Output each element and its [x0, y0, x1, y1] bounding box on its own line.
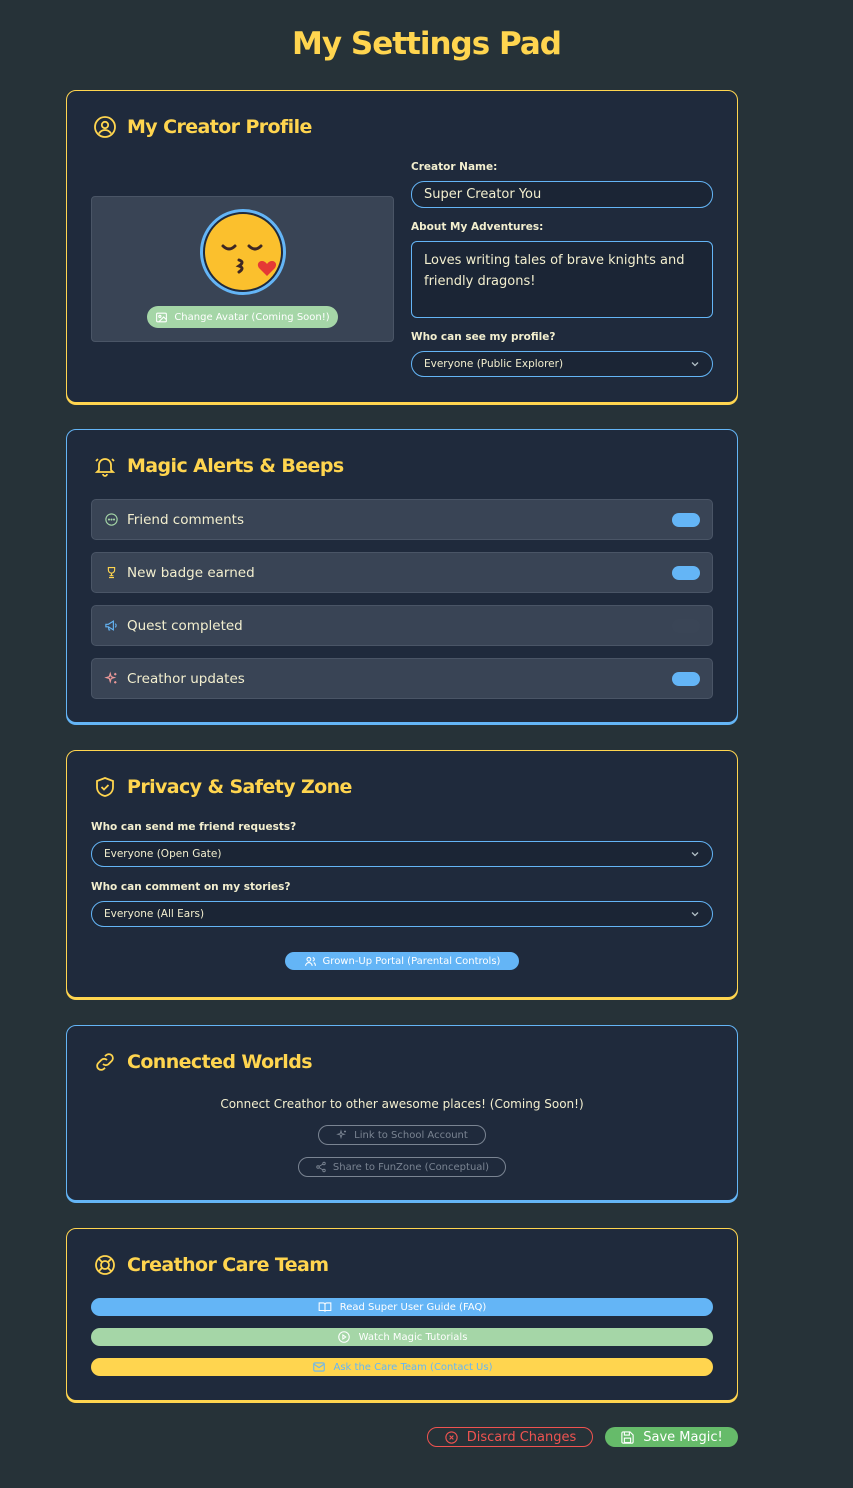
share-funzone-label: Share to FunZone (Conceptual) [332, 1161, 490, 1173]
grown-up-portal-button[interactable]: Grown-Up Portal (Parental Controls) [285, 952, 519, 970]
privacy-heading: Privacy & Safety Zone [93, 775, 352, 799]
discard-label: Discard Changes [466, 1429, 577, 1445]
about-textarea[interactable]: Loves writing tales of brave knights and… [411, 241, 713, 318]
avatar-panel: Change Avatar (Coming Soon!) [91, 196, 394, 342]
friend-requests-select[interactable]: Everyone (Open Gate) [91, 841, 713, 867]
grown-up-portal-label: Grown-Up Portal (Parental Controls) [322, 955, 501, 967]
kissing-face-icon [205, 214, 281, 290]
bell-icon [94, 458, 116, 477]
alerts-heading: Magic Alerts & Beeps [93, 454, 344, 478]
care-card: Creathor Care Team Read Super User Guide… [66, 1228, 738, 1401]
connected-heading: Connected Worlds [93, 1050, 313, 1074]
change-avatar-button[interactable]: Change Avatar (Coming Soon!) [147, 306, 338, 328]
alerts-card: Magic Alerts & Beeps Friend comments New… [66, 429, 738, 723]
mail-icon [312, 1362, 325, 1372]
save-label: Save Magic! [643, 1429, 723, 1445]
save-icon [621, 1430, 634, 1444]
profile-heading: My Creator Profile [93, 115, 312, 139]
creator-name-input[interactable] [411, 181, 713, 208]
megaphone-icon [105, 620, 117, 631]
profile-card: My Creator Profile Change Avatar (Coming… [66, 90, 738, 403]
comments-label: Who can comment on my stories? [91, 881, 291, 893]
chevron-down-icon [691, 912, 699, 917]
link-icon [96, 1053, 114, 1071]
discard-changes-button[interactable]: Discard Changes [427, 1427, 593, 1447]
tutorials-label: Watch Magic Tutorials [358, 1331, 468, 1343]
privacy-card: Privacy & Safety Zone Who can send me fr… [66, 750, 738, 998]
sparkles-icon [104, 671, 117, 684]
book-open-icon [318, 1302, 332, 1312]
about-label: About My Adventures: [411, 221, 544, 233]
shield-check-icon [96, 777, 114, 797]
user-circle-icon [94, 116, 116, 138]
lifebuoy-icon [95, 1255, 115, 1275]
connected-intro: Connect Creathor to other awesome places… [220, 1097, 584, 1111]
visibility-value: Everyone (Public Explorer) [424, 358, 564, 370]
tutorials-button[interactable]: Watch Magic Tutorials [91, 1328, 713, 1346]
play-circle-icon [337, 1331, 350, 1343]
privacy-heading-text: Privacy & Safety Zone [127, 776, 352, 798]
faq-label: Read Super User Guide (FAQ) [339, 1301, 487, 1313]
contact-label: Ask the Care Team (Contact Us) [333, 1361, 493, 1373]
creator-name-label: Creator Name: [411, 161, 498, 173]
link-school-button[interactable]: Link to School Account [318, 1125, 486, 1145]
chevron-down-icon [691, 362, 699, 367]
users-icon [304, 956, 316, 966]
alert-toggle-quest-completed[interactable] [672, 618, 700, 633]
alert-label: Creathor updates [127, 670, 245, 687]
care-heading: Creathor Care Team [93, 1253, 329, 1277]
alert-row-friend-comments: Friend comments [91, 499, 713, 540]
visibility-select[interactable]: Everyone (Public Explorer) [411, 351, 713, 377]
alert-label: Quest completed [127, 617, 243, 634]
page-title: My Settings Pad [292, 26, 562, 62]
friend-requests-value: Everyone (Open Gate) [104, 848, 222, 860]
alert-toggle-new-badge[interactable] [672, 565, 700, 580]
care-heading-text: Creathor Care Team [127, 1254, 329, 1276]
image-icon [156, 312, 168, 322]
share-funzone-button[interactable]: Share to FunZone (Conceptual) [298, 1157, 506, 1177]
alert-toggle-creathor-updates[interactable] [672, 671, 700, 686]
comments-select[interactable]: Everyone (All Ears) [91, 901, 713, 927]
link-school-label: Link to School Account [354, 1129, 468, 1141]
alert-row-quest-completed: Quest completed [91, 605, 713, 646]
sparkles-icon [336, 1129, 347, 1140]
alert-toggle-friend-comments[interactable] [672, 512, 700, 527]
profile-heading-text: My Creator Profile [127, 116, 312, 138]
trophy-icon [107, 566, 116, 579]
alert-label: Friend comments [127, 511, 244, 528]
visibility-label: Who can see my profile? [411, 331, 556, 343]
alert-row-creathor-updates: Creathor updates [91, 658, 713, 699]
avatar [200, 209, 286, 295]
alerts-heading-text: Magic Alerts & Beeps [127, 455, 344, 477]
connected-card: Connected Worlds Connect Creathor to oth… [66, 1025, 738, 1201]
change-avatar-label: Change Avatar (Coming Soon!) [174, 311, 330, 323]
chevron-down-icon [691, 852, 699, 857]
connected-heading-text: Connected Worlds [127, 1051, 313, 1073]
alert-row-new-badge: New badge earned [91, 552, 713, 593]
share-icon [316, 1161, 326, 1173]
comments-value: Everyone (All Ears) [104, 908, 205, 920]
contact-button[interactable]: Ask the Care Team (Contact Us) [91, 1358, 713, 1376]
chat-bubble-icon [105, 513, 118, 526]
x-circle-icon [445, 1430, 458, 1444]
save-magic-button[interactable]: Save Magic! [605, 1427, 738, 1447]
faq-button[interactable]: Read Super User Guide (FAQ) [91, 1298, 713, 1316]
friend-requests-label: Who can send me friend requests? [91, 821, 297, 833]
alert-label: New badge earned [127, 564, 255, 581]
